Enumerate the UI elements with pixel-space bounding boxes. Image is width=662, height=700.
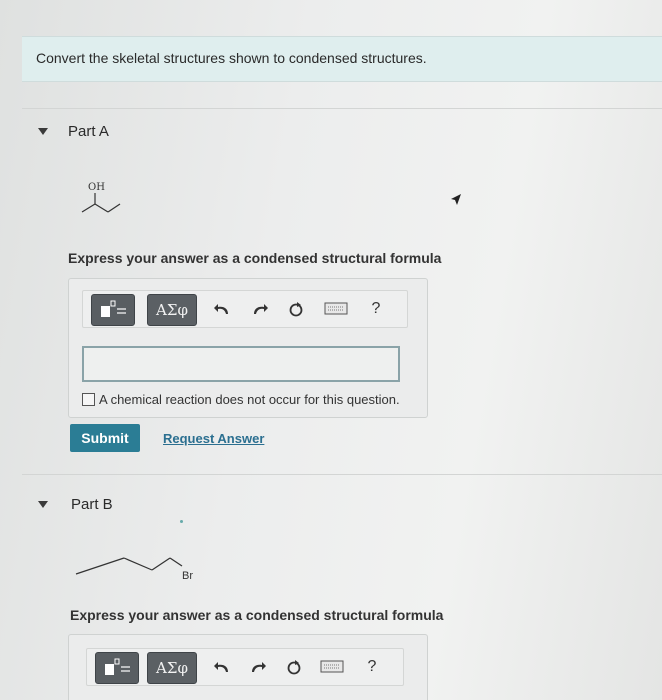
submit-button[interactable]: Submit: [70, 424, 140, 452]
part-b-caret-down-icon[interactable]: [38, 501, 48, 508]
part-a-skeletal-structure: OH: [81, 182, 121, 213]
part-a-math-toolbar: ΑΣφ ?: [82, 290, 408, 328]
request-answer-link[interactable]: Request Answer: [163, 431, 264, 446]
no-reaction-option[interactable]: A chemical reaction does not occur for t…: [82, 392, 400, 407]
keyboard-icon[interactable]: [323, 300, 349, 318]
part-a-title[interactable]: Part A: [68, 123, 109, 140]
undo-icon[interactable]: [213, 658, 231, 676]
question-prompt: Convert the skeletal structures shown to…: [22, 36, 662, 82]
reset-icon[interactable]: [285, 658, 303, 676]
redo-icon[interactable]: [251, 300, 269, 318]
greek-symbols-button[interactable]: ΑΣφ: [147, 652, 197, 684]
part-a-caret-down-icon[interactable]: [38, 128, 48, 135]
undo-icon[interactable]: [213, 300, 231, 318]
divider: [22, 108, 662, 109]
templates-icon[interactable]: [91, 294, 135, 326]
mouse-cursor-icon: [451, 194, 461, 205]
part-a-answer-input[interactable]: [82, 346, 400, 382]
part-b-skeletal-structure: Br: [75, 557, 193, 582]
no-reaction-checkbox[interactable]: [82, 393, 95, 406]
artifact-dot: [180, 520, 183, 523]
part-a-instruction: Express your answer as a condensed struc…: [68, 250, 442, 266]
prompt-text: Convert the skeletal structures shown to…: [36, 50, 427, 66]
templates-icon[interactable]: [95, 652, 139, 684]
divider: [22, 474, 662, 475]
part-b-math-toolbar: ΑΣφ ?: [86, 648, 404, 686]
part-b-instruction: Express your answer as a condensed struc…: [70, 607, 444, 623]
no-reaction-label: A chemical reaction does not occur for t…: [99, 392, 400, 407]
reset-icon[interactable]: [287, 300, 305, 318]
redo-icon[interactable]: [249, 658, 267, 676]
part-b-title[interactable]: Part B: [71, 496, 113, 513]
help-icon[interactable]: ?: [363, 658, 381, 676]
greek-symbols-button[interactable]: ΑΣφ: [147, 294, 197, 326]
page: Convert the skeletal structures shown to…: [0, 0, 662, 700]
part-a-oh-label: OH: [88, 182, 105, 193]
part-b-br-label: Br: [182, 570, 193, 582]
help-icon[interactable]: ?: [367, 300, 385, 318]
keyboard-icon[interactable]: [319, 658, 345, 676]
